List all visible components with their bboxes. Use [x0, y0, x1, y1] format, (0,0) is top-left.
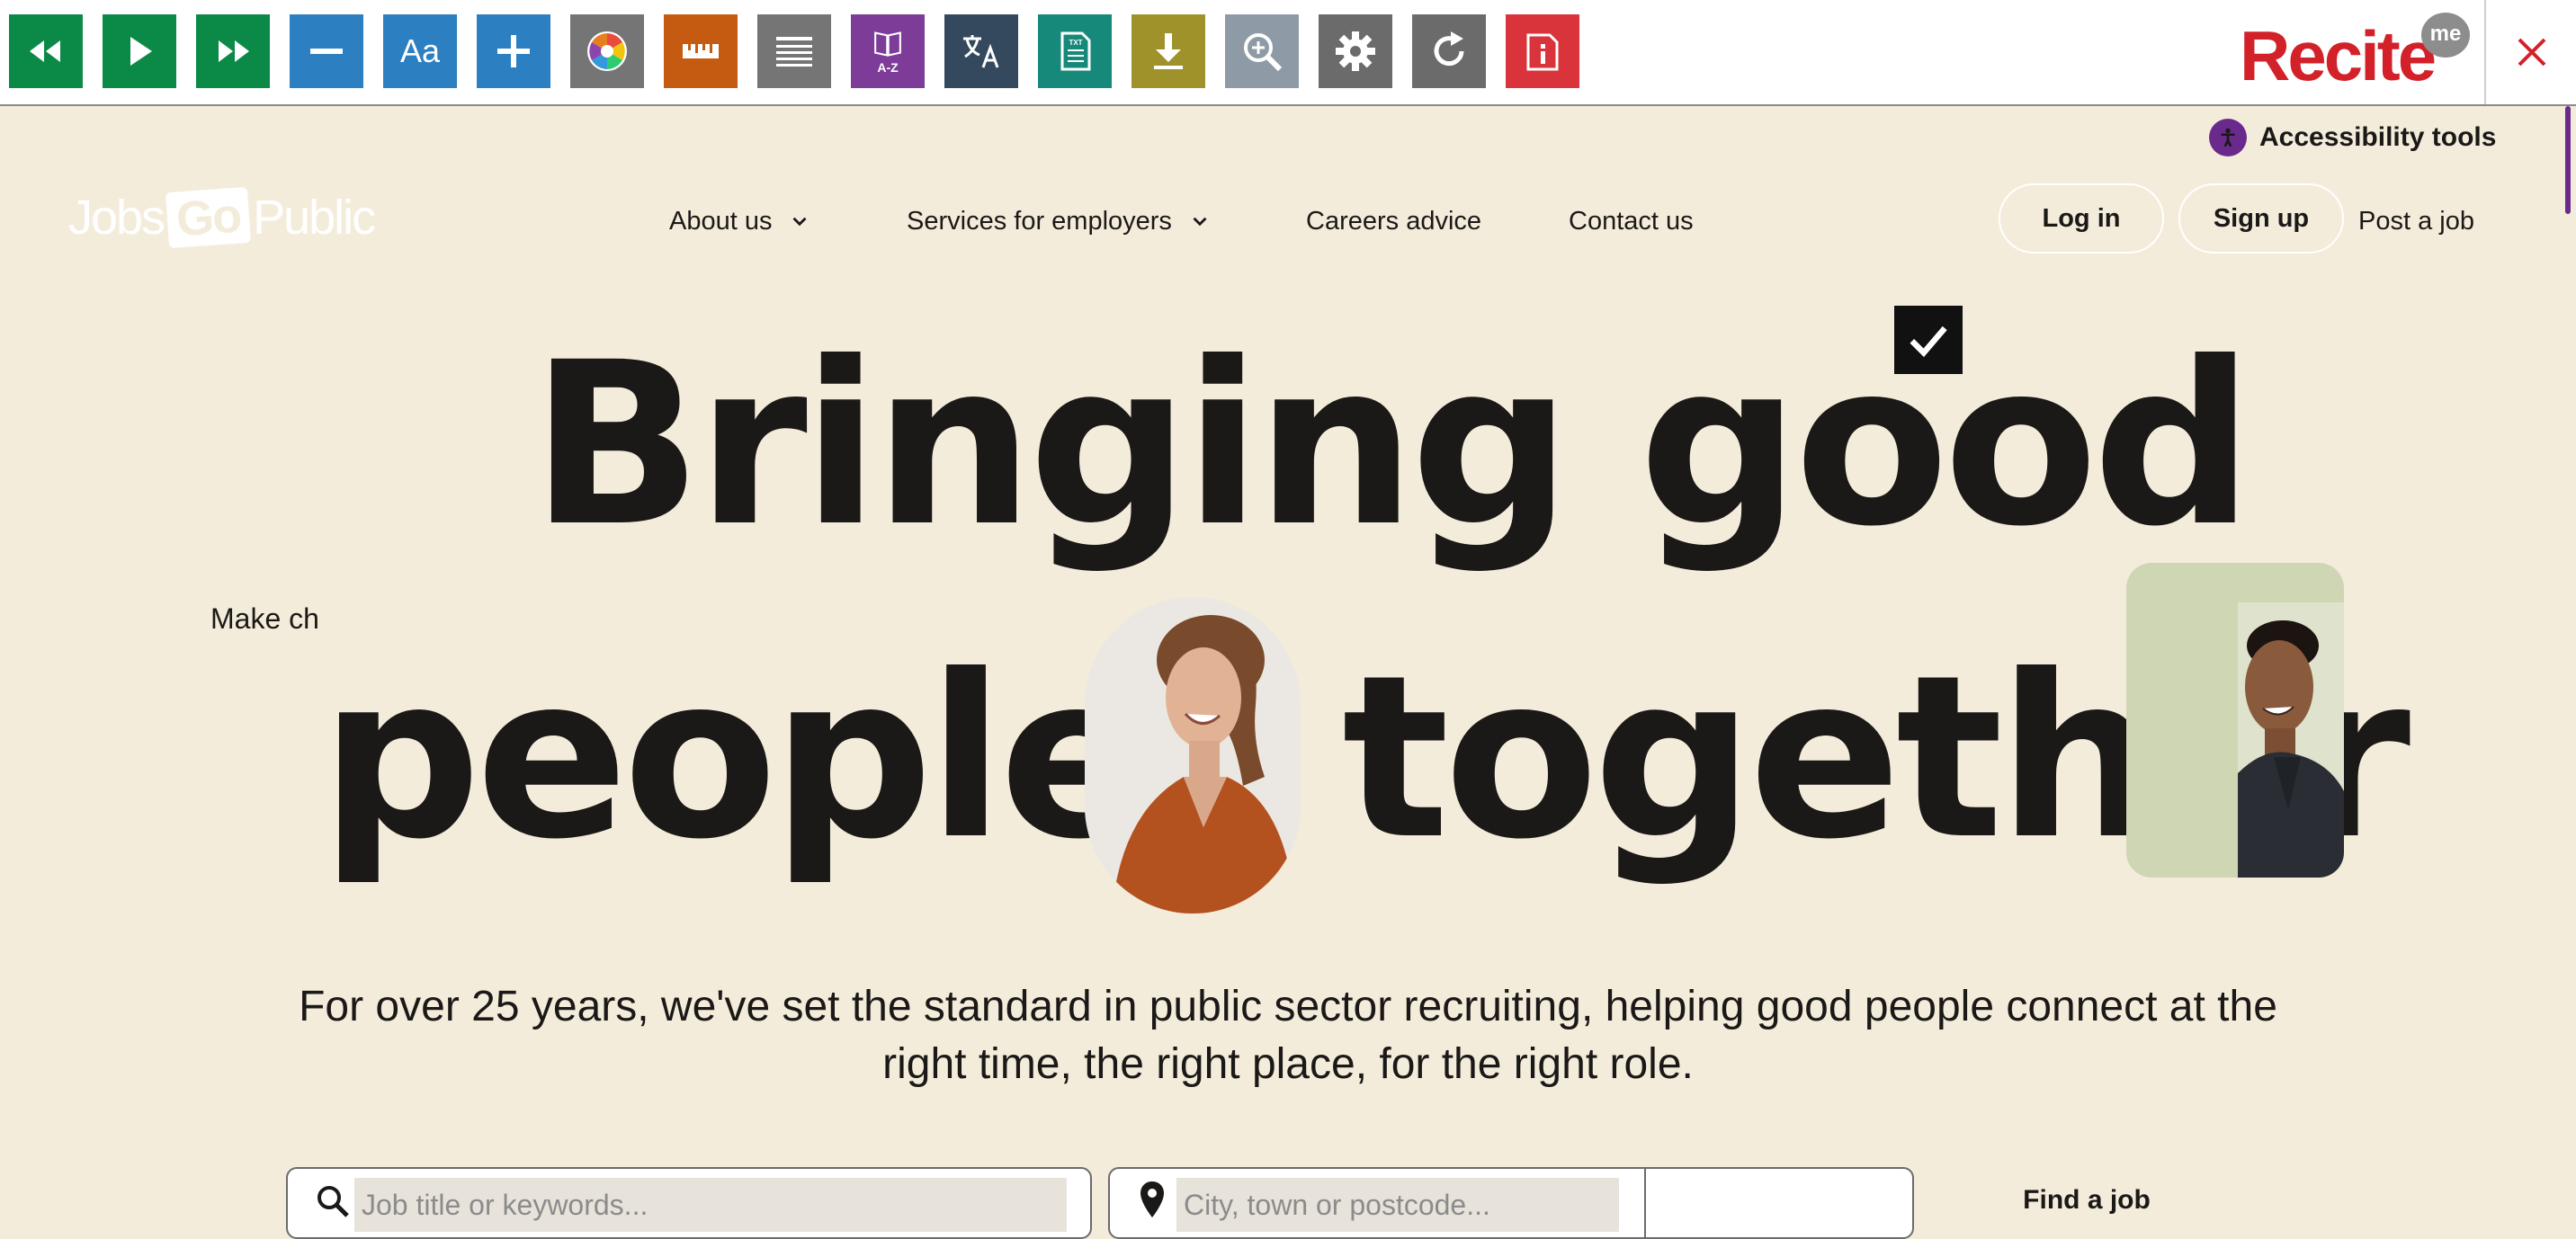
post-a-job-link[interactable]: Post a job — [2358, 201, 2474, 241]
hero-heading-people: people — [320, 627, 1151, 888]
checkmark-box — [1894, 306, 1963, 374]
text-file-icon: TXT — [1060, 31, 1091, 71]
close-icon — [2518, 38, 2546, 67]
color-wheel-icon — [587, 31, 627, 71]
text-file-button[interactable]: TXT — [1038, 14, 1112, 88]
logo-jobs: Jobs — [68, 191, 165, 245]
accessibility-label: Accessibility tools — [2259, 122, 2497, 152]
find-a-job-button[interactable]: Find a job — [1916, 1167, 2258, 1239]
translate-icon — [963, 35, 999, 68]
nav-careers-advice[interactable]: Careers advice — [1306, 201, 1481, 241]
font-button[interactable]: Aa — [383, 14, 457, 88]
accessibility-icon — [2209, 119, 2247, 156]
location-input[interactable]: City, town or postcode... — [1176, 1178, 1619, 1232]
hero-heading-line1: Bringing good — [531, 314, 2254, 575]
recite-me-badge: me — [2421, 13, 2470, 58]
magnifier-icon — [1244, 33, 1283, 72]
nav-about-us[interactable]: About us — [669, 201, 811, 241]
chevron-down-icon — [792, 217, 807, 227]
settings-button[interactable] — [1319, 14, 1392, 88]
check-icon — [1910, 325, 1947, 358]
decrease-text-icon — [310, 49, 343, 54]
increase-text-icon — [497, 35, 530, 67]
close-toolbar-button[interactable] — [2484, 0, 2576, 104]
play-icon — [130, 37, 152, 66]
location-pin-icon — [1140, 1181, 1164, 1217]
font-icon: Aa — [399, 32, 441, 69]
hero-lead-paragraph: For over 25 years, we've set the standar… — [299, 983, 2277, 1088]
nav-services-for-employers[interactable]: Services for employers — [907, 201, 1212, 241]
settings-icon — [1336, 31, 1375, 71]
rewind-button[interactable] — [9, 14, 83, 88]
ruler-icon — [683, 44, 719, 58]
fast-forward-button[interactable] — [196, 14, 270, 88]
jobsgopublic-logo[interactable]: Jobs Go Public — [68, 186, 376, 249]
reset-button[interactable] — [1412, 14, 1486, 88]
log-in-button[interactable]: Log in — [1999, 183, 2164, 254]
scrollbar-thumb[interactable] — [2565, 106, 2571, 214]
sign-up-button[interactable]: Sign up — [2178, 183, 2344, 254]
nav-contact-us[interactable]: Contact us — [1569, 201, 1694, 241]
decrease-text-button[interactable] — [290, 14, 363, 88]
hero-photo-man-card — [2126, 563, 2344, 878]
text-file-label: TXT — [1069, 39, 1082, 47]
accessibility-tools-button[interactable]: Accessibility tools — [2209, 117, 2496, 158]
dictionary-icon — [874, 31, 901, 57]
search-icon — [318, 1186, 349, 1217]
dictionary-button[interactable]: A-Z — [851, 14, 925, 88]
download-icon — [1154, 33, 1183, 69]
text-mode-icon — [776, 37, 812, 67]
color-button[interactable] — [570, 14, 644, 88]
reset-icon — [1434, 31, 1464, 67]
rewind-icon — [30, 40, 60, 62]
logo-public: Public — [253, 191, 376, 245]
hero-photo-woman — [1085, 597, 1301, 914]
search-divider — [1644, 1169, 1646, 1237]
side-caption: Make ch — [210, 602, 319, 635]
fast-forward-icon — [219, 40, 249, 62]
text-mode-button[interactable] — [757, 14, 831, 88]
dictionary-label: A-Z — [877, 60, 899, 75]
keywords-input[interactable]: Job title or keywords... — [354, 1178, 1067, 1232]
magnifier-button[interactable] — [1225, 14, 1299, 88]
nav-services-label: Services for employers — [907, 206, 1172, 236]
nav-about-label: About us — [669, 206, 773, 236]
increase-text-button[interactable] — [477, 14, 550, 88]
translate-button[interactable] — [944, 14, 1018, 88]
hero-photo-man — [2238, 602, 2344, 878]
info-icon — [1526, 33, 1559, 71]
play-button[interactable] — [103, 14, 176, 88]
chevron-down-icon — [1193, 217, 1207, 227]
logo-go: Go — [165, 186, 252, 249]
ruler-button[interactable] — [664, 14, 738, 88]
recite-logo: Recite — [2240, 16, 2437, 95]
info-button[interactable] — [1506, 14, 1579, 88]
download-button[interactable] — [1131, 14, 1205, 88]
recite-toolbar: Aa A-Z TXT Recite me — [0, 0, 2576, 106]
